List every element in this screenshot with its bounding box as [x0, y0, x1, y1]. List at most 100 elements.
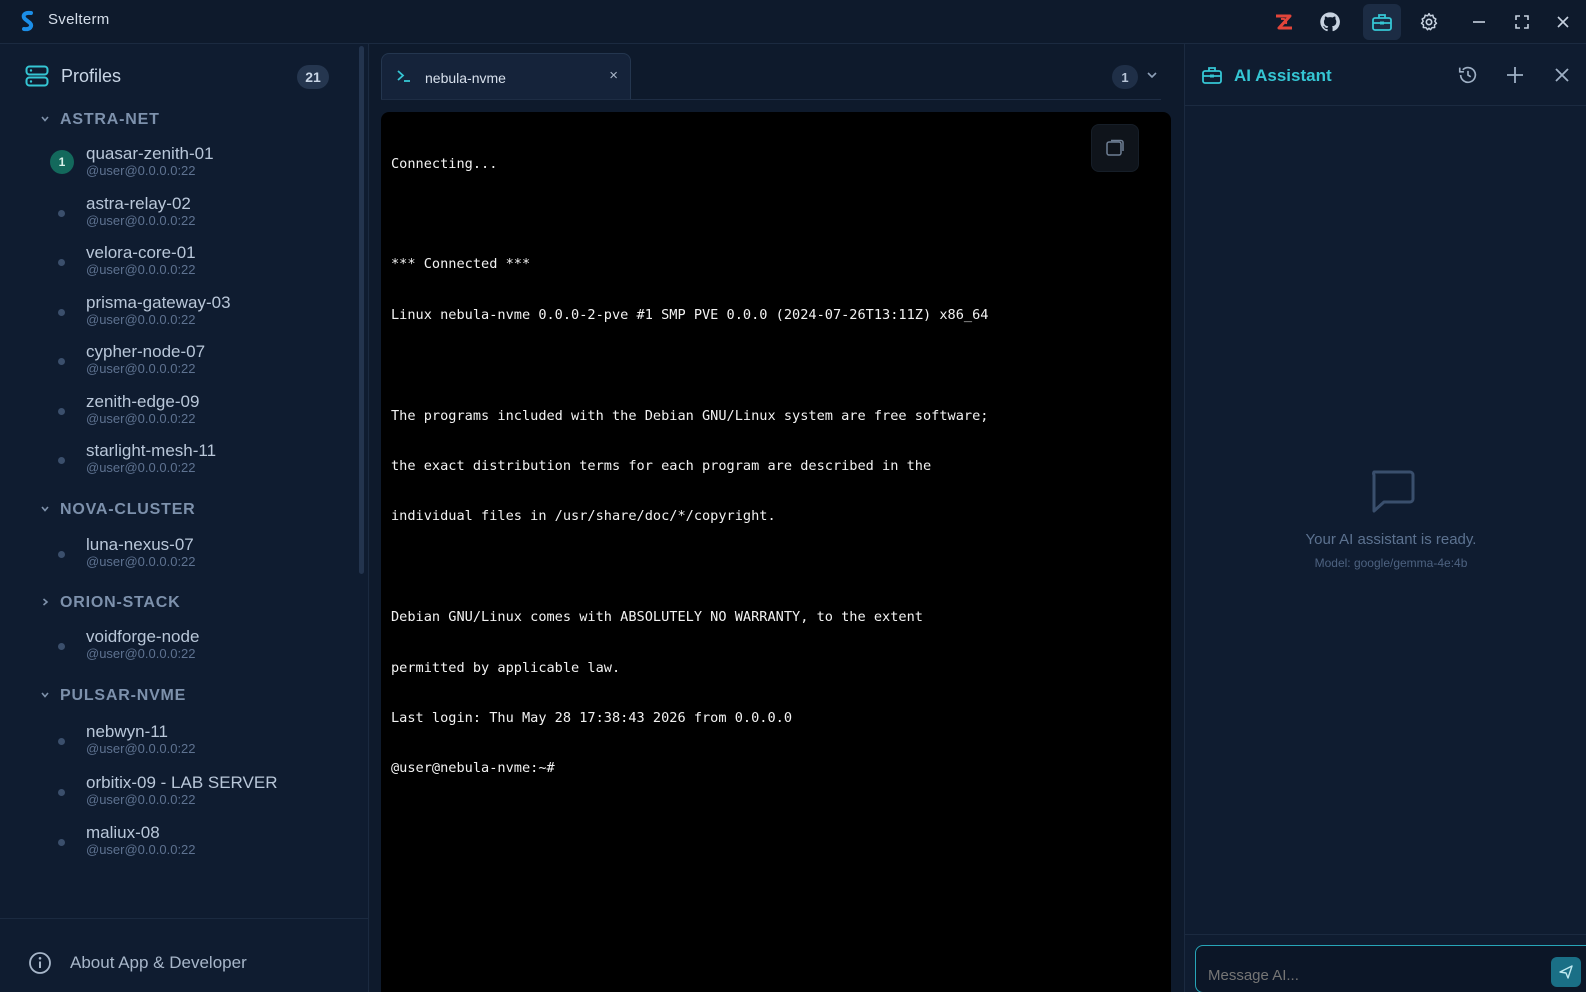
history-icon[interactable] [1455, 62, 1481, 88]
host-name: quasar-zenith-01 [86, 144, 214, 163]
send-icon [1559, 965, 1573, 979]
gear-icon[interactable] [1410, 4, 1448, 40]
session-count-badge: 1 [50, 150, 74, 174]
host-cypher-node-07[interactable]: cypher-node-07 @user@0.0.0.0:22 [48, 342, 348, 382]
terminal-line: Linux nebula-nvme 0.0.0-2-pve #1 SMP PVE… [391, 306, 989, 323]
group-astra-net[interactable]: ASTRA-NET [40, 109, 160, 131]
profiles-header[interactable]: Profiles 21 [25, 62, 335, 92]
terminal-output[interactable]: Connecting... *** Connected *** Linux ne… [381, 112, 1171, 992]
host-address: @user@0.0.0.0:22 [86, 262, 196, 277]
ai-assistant-panel: AI Assistant Your AI assistant is ready.… [1184, 44, 1586, 992]
minimize-icon[interactable] [1460, 4, 1498, 40]
chevron-down-icon [40, 690, 54, 703]
host-address: @user@0.0.0.0:22 [86, 842, 196, 857]
host-nebwyn-11[interactable]: nebwyn-11 @user@0.0.0.0:22 [48, 722, 348, 762]
host-astra-relay-02[interactable]: astra-relay-02 @user@0.0.0.0:22 [48, 194, 348, 234]
chevron-right-icon [40, 597, 54, 610]
status-dot-icon [58, 210, 65, 217]
host-address: @user@0.0.0.0:22 [86, 646, 196, 661]
ai-panel-title: AI Assistant [1234, 66, 1332, 85]
profiles-sidebar: Profiles 21 ASTRA-NET 1 quasar-zenith-01… [0, 44, 369, 992]
ai-ready-text: Your AI assistant is ready. [1305, 531, 1477, 548]
status-dot-icon [58, 839, 65, 846]
copy-button[interactable] [1091, 124, 1139, 172]
host-name: prisma-gateway-03 [86, 293, 231, 312]
status-dot-icon [58, 309, 65, 316]
group-label: NOVA-CLUSTER [60, 501, 196, 518]
status-dot-icon [58, 643, 65, 650]
tab-divider [381, 99, 1161, 100]
terminal-line: Connecting... [391, 155, 498, 172]
group-pulsar-nvme[interactable]: PULSAR-NVME [40, 685, 186, 707]
status-dot-icon [58, 358, 65, 365]
host-velora-core-01[interactable]: velora-core-01 @user@0.0.0.0:22 [48, 243, 348, 283]
tab-label: nebula-nvme [425, 70, 506, 86]
group-orion-stack[interactable]: ORION-STACK [40, 592, 181, 614]
close-panel-icon[interactable] [1549, 62, 1575, 88]
app-window: Svelterm Profiles 21 ASTRA-NET 1 quasar-… [0, 0, 1586, 992]
about-app-link[interactable]: About App & Developer [70, 953, 247, 973]
chevron-down-icon[interactable] [1146, 68, 1158, 86]
terminal-area: nebula-nvme × 1 Connecting... *** Connec… [370, 44, 1184, 992]
title-bar: Svelterm [0, 0, 1586, 44]
ai-message-input[interactable] [1195, 945, 1586, 992]
host-name: maliux-08 [86, 823, 160, 842]
app-title: Svelterm [48, 11, 110, 28]
host-address: @user@0.0.0.0:22 [86, 411, 196, 426]
host-zenith-edge-09[interactable]: zenith-edge-09 @user@0.0.0.0:22 [48, 392, 348, 432]
profiles-count-badge: 21 [297, 65, 329, 89]
host-luna-nexus-07[interactable]: luna-nexus-07 @user@0.0.0.0:22 [48, 535, 348, 575]
host-voidforge-node[interactable]: voidforge-node @user@0.0.0.0:22 [48, 627, 348, 667]
app-logo-icon [18, 10, 38, 34]
host-address: @user@0.0.0.0:22 [86, 792, 196, 807]
session-count-badge[interactable]: 1 [1112, 65, 1138, 89]
status-dot-icon [58, 457, 65, 464]
group-nova-cluster[interactable]: NOVA-CLUSTER [40, 499, 196, 521]
host-name: voidforge-node [86, 627, 200, 646]
close-icon[interactable] [1544, 4, 1582, 40]
host-name: starlight-mesh-11 [86, 441, 217, 460]
host-address: @user@0.0.0.0:22 [86, 554, 196, 569]
host-starlight-mesh-11[interactable]: starlight-mesh-11 @user@0.0.0.0:22 [48, 441, 348, 481]
profiles-label: Profiles [61, 66, 122, 86]
chat-bubble-icon [1368, 469, 1416, 520]
host-quasar-zenith-01[interactable]: 1 quasar-zenith-01 @user@0.0.0.0:22 [48, 144, 348, 184]
host-name: astra-relay-02 [86, 194, 191, 213]
host-address: @user@0.0.0.0:22 [86, 312, 196, 327]
host-name: zenith-edge-09 [86, 392, 200, 411]
host-orbitix-09[interactable]: orbitix-09 - LAB SERVER @user@0.0.0.0:22 [48, 773, 348, 813]
host-address: @user@0.0.0.0:22 [86, 213, 196, 228]
terminal-line: individual files in /usr/share/doc/*/cop… [391, 508, 776, 525]
terminal-line: @user@nebula-nvme:~# [391, 760, 555, 777]
send-button[interactable] [1551, 957, 1581, 987]
new-chat-icon[interactable] [1502, 62, 1528, 88]
tab-nebula-nvme[interactable]: nebula-nvme × [381, 53, 631, 99]
sidebar-scrollbar[interactable] [359, 46, 364, 574]
toolbox-icon [1201, 65, 1223, 90]
host-address: @user@0.0.0.0:22 [86, 460, 196, 475]
chevron-down-icon [40, 114, 54, 127]
host-address: @user@0.0.0.0:22 [86, 741, 196, 756]
terminal-prompt-icon [396, 69, 412, 88]
host-name: velora-core-01 [86, 243, 196, 262]
brand-red-icon[interactable] [1265, 4, 1303, 40]
group-label: ASTRA-NET [60, 111, 160, 128]
status-dot-icon [58, 551, 65, 558]
host-prisma-gateway-03[interactable]: prisma-gateway-03 @user@0.0.0.0:22 [48, 293, 348, 333]
status-dot-icon [58, 408, 65, 415]
terminal-line: *** Connected *** [391, 256, 531, 273]
host-maliux-08[interactable]: maliux-08 @user@0.0.0.0:22 [48, 823, 348, 863]
terminal-line: the exact distribution terms for each pr… [391, 457, 932, 474]
terminal-line: Debian GNU/Linux comes with ABSOLUTELY N… [391, 609, 923, 626]
group-label: PULSAR-NVME [60, 687, 187, 704]
status-dot-icon [58, 259, 65, 266]
sidebar-footer: About App & Developer [0, 918, 369, 992]
github-icon[interactable] [1311, 4, 1349, 40]
tab-close-icon[interactable]: × [609, 67, 618, 84]
ai-input-area [1185, 934, 1586, 992]
toolbox-icon[interactable] [1363, 4, 1401, 40]
terminal-text: Connecting... *** Connected *** Linux ne… [391, 122, 988, 811]
status-dot-icon [58, 789, 65, 796]
maximize-icon[interactable] [1503, 4, 1541, 40]
